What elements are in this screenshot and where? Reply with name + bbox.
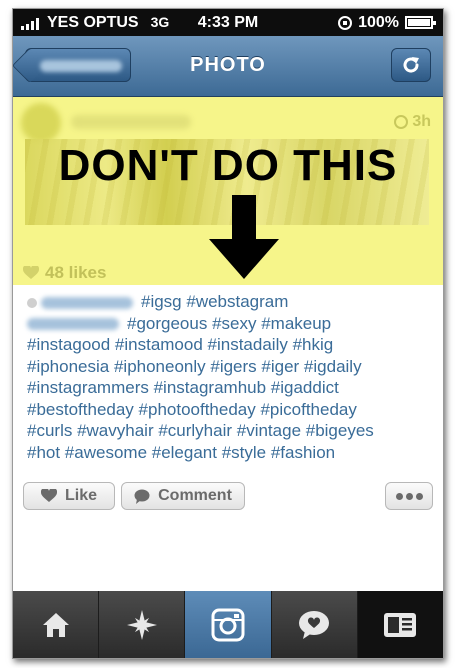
tab-profile[interactable] <box>357 591 443 658</box>
post-photo-section: 3h DON'T DO THIS 48 likes <box>13 97 443 285</box>
tab-bar <box>13 591 443 658</box>
comment-label: Comment <box>158 487 232 504</box>
caption-line[interactable]: #instagood #instamood #instadaily #hkig <box>27 334 431 356</box>
post-time: 3h <box>394 113 431 131</box>
tab-home[interactable] <box>13 591 100 658</box>
clock-icon <box>394 115 409 129</box>
navigation-bar: PHOTO <box>13 36 443 97</box>
caption-line[interactable]: #iphonesia #iphoneonly #igers #iger #igd… <box>27 356 431 378</box>
username-redacted[interactable] <box>71 115 191 129</box>
hashtag-text[interactable]: #gorgeous #sexy #makeup <box>127 314 331 333</box>
comment-button[interactable]: Comment <box>121 482 245 510</box>
hashtag-text[interactable]: #igsg #webstagram <box>141 292 288 311</box>
tab-news[interactable] <box>272 591 358 658</box>
tab-explore[interactable] <box>99 591 186 658</box>
caption-line: #igsg #webstagram <box>27 291 431 313</box>
status-bar: YES OPTUS 3G 4:33 PM 100% <box>13 9 443 36</box>
comment-bubble-icon <box>134 489 150 504</box>
down-arrow-icon <box>209 195 279 279</box>
like-label: Like <box>64 487 97 504</box>
likes-count[interactable]: 48 likes <box>23 263 106 283</box>
battery-percent: 100% <box>358 14 399 31</box>
caption-username-redacted[interactable] <box>41 296 133 309</box>
avatar[interactable] <box>21 103 61 143</box>
likes-label: 48 likes <box>45 263 107 282</box>
warning-headline: DON'T DO THIS <box>58 141 398 190</box>
caption-line[interactable]: #curls #wavyhair #curlyhair #vintage #bi… <box>27 420 431 442</box>
caption-line[interactable]: #hot #awesome #elegant #style #fashion <box>27 442 431 464</box>
camera-icon <box>211 608 245 641</box>
heart-icon <box>40 489 57 502</box>
like-button[interactable]: Like <box>23 482 115 510</box>
rotation-lock-icon <box>338 15 353 30</box>
home-icon <box>42 612 69 637</box>
caption-line[interactable]: #instagrammers #instagramhub #igaddict <box>27 377 431 399</box>
news-icon <box>299 610 330 639</box>
tab-camera[interactable] <box>185 591 272 658</box>
phone-screen: YES OPTUS 3G 4:33 PM 100% PHOTO 3h DON'T… <box>12 8 444 659</box>
caption-line: #gorgeous #sexy #makeup <box>27 313 431 335</box>
comment-bullet-icon <box>27 297 37 308</box>
page-title: PHOTO <box>190 54 266 76</box>
caption-username-redacted[interactable] <box>27 318 119 331</box>
battery-icon <box>405 16 436 29</box>
more-dots-icon <box>395 492 423 500</box>
refresh-button[interactable] <box>391 48 431 82</box>
explore-icon <box>126 609 157 640</box>
profile-icon <box>384 612 417 637</box>
post-actions: Like Comment <box>23 482 433 512</box>
refresh-icon <box>403 57 419 73</box>
caption: #igsg #webstagram #gorgeous #sexy #makeu… <box>27 291 431 463</box>
caption-line[interactable]: #bestoftheday #photooftheday #picoftheda… <box>27 399 431 421</box>
post-time-label: 3h <box>412 113 431 130</box>
heart-icon <box>23 266 39 279</box>
more-options-button[interactable] <box>385 482 433 510</box>
